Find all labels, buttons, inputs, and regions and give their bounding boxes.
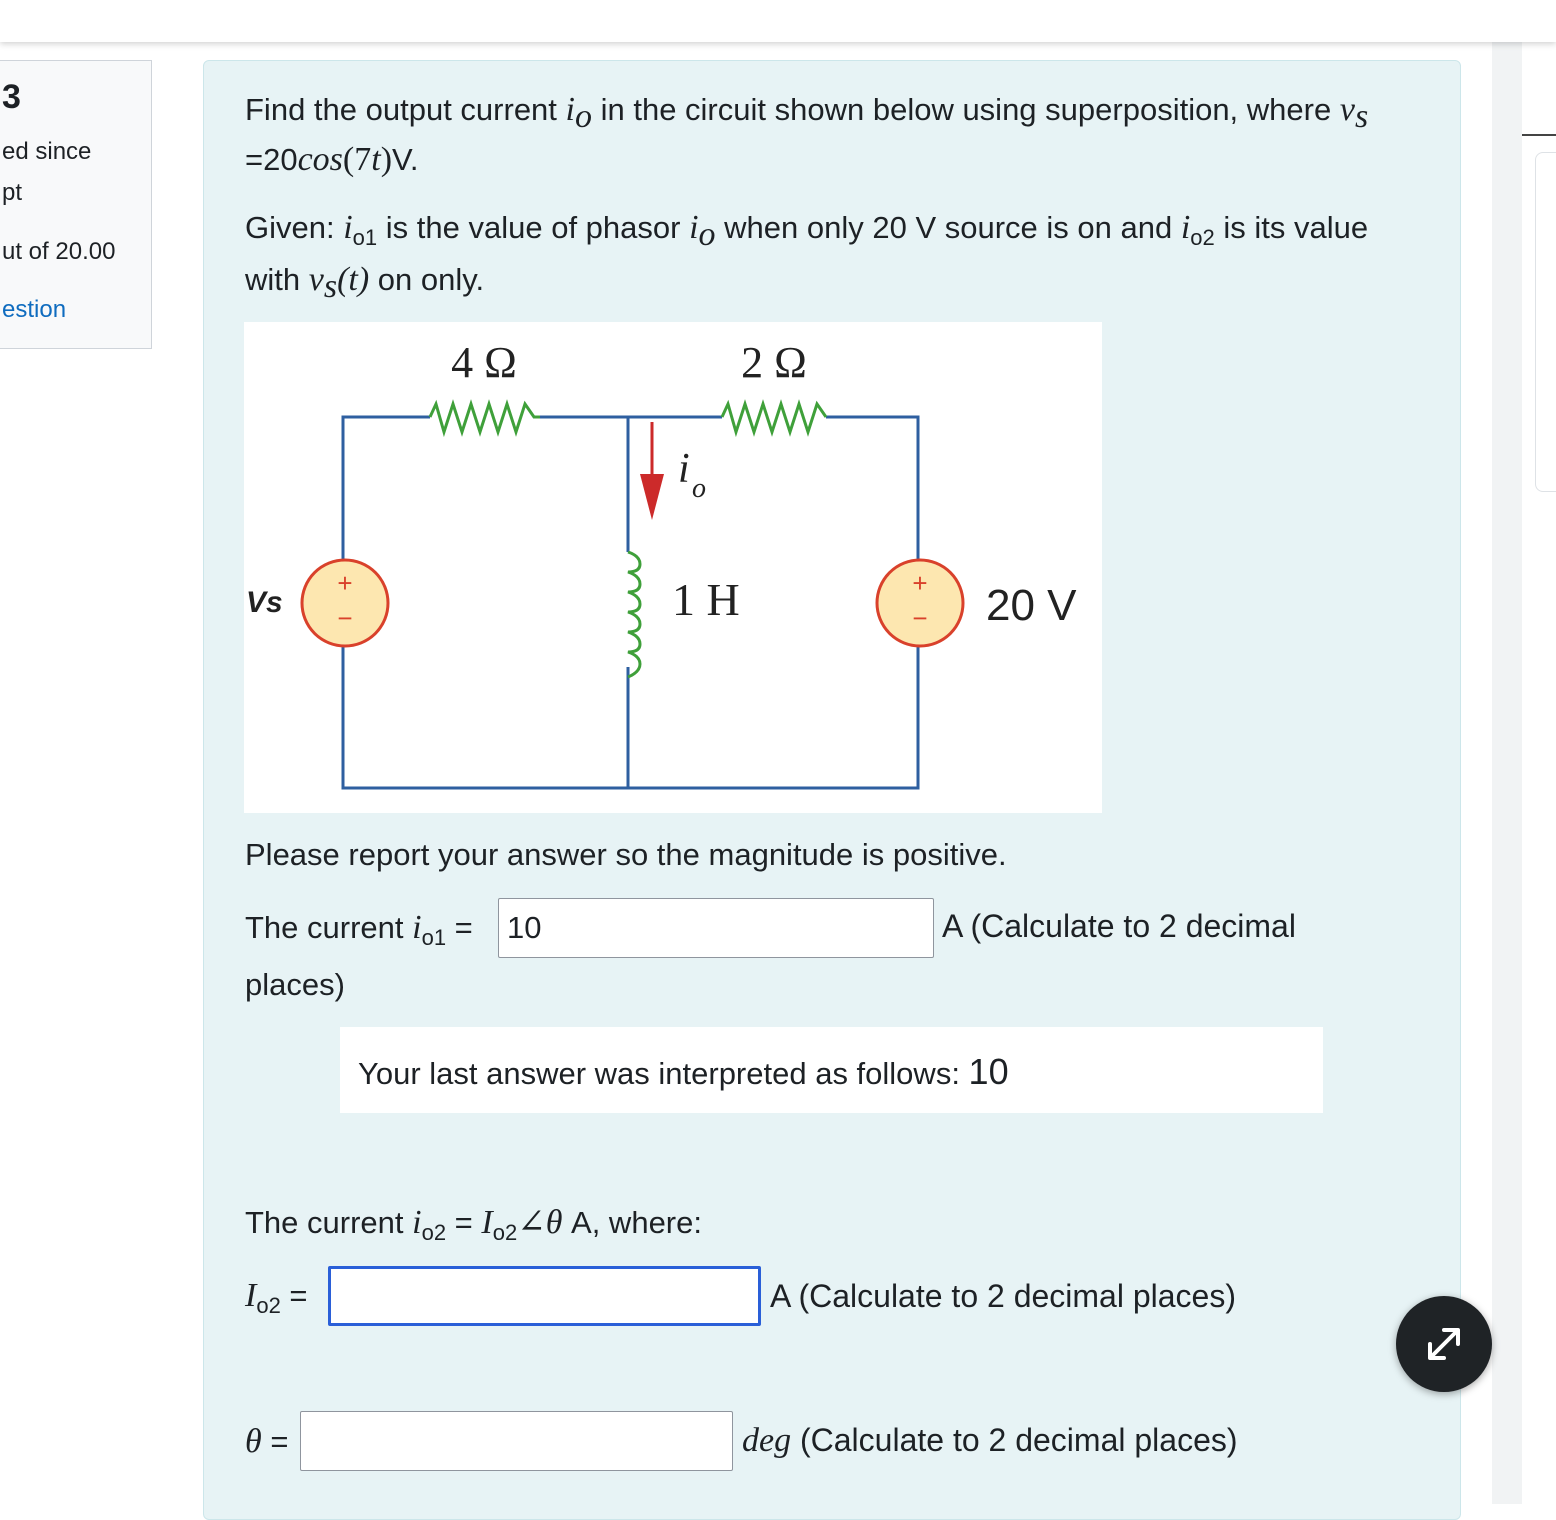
right-scroll-strip [1492, 42, 1522, 1504]
current-arrow [640, 474, 664, 520]
given-text-line1: Given: io1 is the value of phasor io whe… [245, 209, 1369, 254]
label-vs: Vs [246, 586, 283, 619]
label-inductor: 1 H [672, 574, 740, 625]
label-io: i [678, 446, 690, 492]
part1-label: The current io1 = [245, 909, 473, 951]
question-text-line1: Find the output current io in the circui… [245, 91, 1369, 136]
report-instruction: Please report your answer so the magnitu… [245, 837, 1007, 872]
label-r2: 2 Ω [741, 338, 807, 387]
expand-button[interactable] [1396, 1296, 1492, 1392]
answer-io2-magnitude-input[interactable] [328, 1266, 761, 1326]
voltage-source-vs: + − [300, 558, 390, 648]
inductor-1h [627, 550, 642, 679]
label-r1: 4 Ω [451, 338, 517, 387]
svg-text:−: − [912, 603, 927, 633]
io2-unit: A (Calculate to 2 decimal places) [770, 1278, 1236, 1314]
interpretation-text: Your last answer was interpreted as foll… [358, 1051, 1009, 1092]
theta-label: θ = [245, 1423, 289, 1460]
answer-theta-input[interactable] [300, 1411, 733, 1471]
interpretation-box: Your last answer was interpreted as foll… [340, 1027, 1323, 1113]
answer-io1-input[interactable] [498, 898, 934, 958]
status-text-2: pt [2, 179, 23, 206]
expand-icon [1428, 1328, 1460, 1360]
right-drawer-card [1535, 152, 1556, 492]
resistor-2ohm [720, 399, 828, 438]
top-bar [0, 0, 1556, 42]
svg-text:−: − [337, 603, 352, 633]
svg-text:o: o [692, 473, 706, 504]
resistor-4ohm [428, 399, 540, 438]
interpretation-value: 10 [968, 1051, 1009, 1092]
circuit-diagram: + − + − 4 Ω 2 Ω 1 H Vs 20 V i o [244, 322, 1102, 813]
given-text-line2: with vs(t) on only. [245, 261, 485, 306]
marks-text: ut of 20.00 [2, 238, 116, 265]
io2-label: Io2 = [245, 1277, 308, 1319]
svg-text:+: + [912, 568, 927, 598]
part2-label: The current io2 = Io2∠θ A, where: [245, 1204, 702, 1246]
svg-text:+: + [337, 568, 352, 598]
label-20v: 20 V [986, 581, 1077, 630]
right-divider [1522, 134, 1556, 136]
question-text-line2: =20cos(7t)V. [245, 141, 419, 178]
theta-unit: deg (Calculate to 2 decimal places) [742, 1422, 1238, 1459]
part1-unit: A (Calculate to 2 decimal [942, 908, 1296, 944]
question-number: 3 [2, 78, 21, 116]
voltage-source-20v: + − [875, 558, 965, 648]
status-text: ed since [2, 138, 92, 165]
part1-unit-line2: places) [245, 967, 345, 1002]
flag-question-link[interactable]: estion [2, 296, 66, 324]
circuit-wires [341, 415, 920, 790]
